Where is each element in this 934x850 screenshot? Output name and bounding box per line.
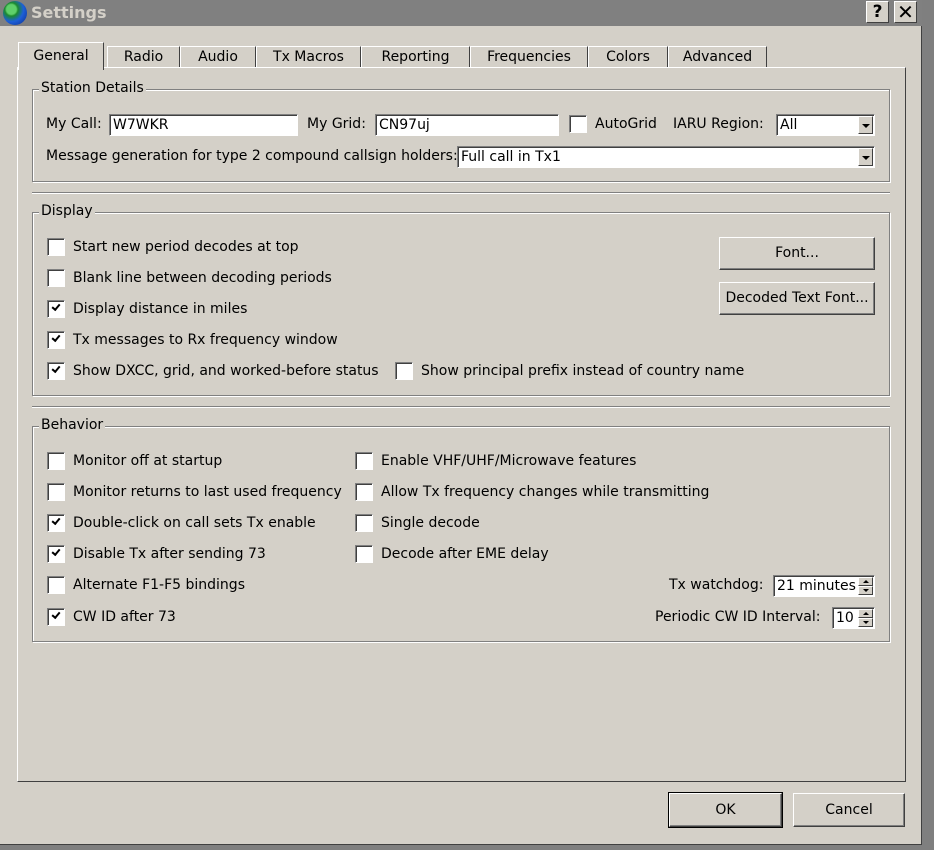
alternate-bindings-label: Alternate F1-F5 bindings xyxy=(73,577,245,593)
start-new-period-checkbox[interactable] xyxy=(47,238,65,256)
principal-prefix-label: Show principal prefix instead of country… xyxy=(421,363,745,379)
double-click-tx-checkbox[interactable] xyxy=(47,514,65,532)
decoded-text-font-button[interactable]: Decoded Text Font... xyxy=(719,282,875,315)
my-grid-input[interactable]: CN97uj xyxy=(375,114,559,136)
spin-up-icon[interactable] xyxy=(858,577,873,586)
eme-delay-label: Decode after EME delay xyxy=(381,546,549,562)
my-call-input[interactable]: W7WKR xyxy=(109,114,298,136)
disable-tx-73-checkbox[interactable] xyxy=(47,545,65,563)
my-grid-label: My Grid: xyxy=(307,116,366,132)
cancel-button[interactable]: Cancel xyxy=(793,793,905,827)
show-dxcc-label: Show DXCC, grid, and worked-before statu… xyxy=(73,363,379,379)
separator xyxy=(32,406,890,408)
principal-prefix-checkbox[interactable] xyxy=(395,362,413,380)
window-title: Settings xyxy=(31,3,107,22)
monitor-off-label: Monitor off at startup xyxy=(73,453,223,469)
disable-tx-73-label: Disable Tx after sending 73 xyxy=(73,546,266,562)
alternate-bindings-checkbox[interactable] xyxy=(47,576,65,594)
tab-audio[interactable]: Audio xyxy=(180,46,256,68)
tab-tx-macros[interactable]: Tx Macros xyxy=(256,46,361,68)
tab-advanced[interactable]: Advanced xyxy=(668,46,767,68)
blank-line-checkbox[interactable] xyxy=(47,269,65,287)
autogrid-checkbox[interactable] xyxy=(569,115,587,133)
iaru-region-label: IARU Region: xyxy=(673,116,764,132)
cw-interval-label: Periodic CW ID Interval: xyxy=(655,609,821,625)
msg-generation-select[interactable]: Full call in Tx1 xyxy=(457,146,875,168)
my-call-label: My Call: xyxy=(46,116,102,132)
tx-watchdog-value: 21 minutes xyxy=(777,578,856,594)
cw-id-label: CW ID after 73 xyxy=(73,609,176,625)
spinner xyxy=(858,577,873,595)
show-dxcc-checkbox[interactable] xyxy=(47,362,65,380)
tab-colors[interactable]: Colors xyxy=(588,46,668,68)
double-click-tx-label: Double-click on call sets Tx enable xyxy=(73,515,316,531)
monitor-off-checkbox[interactable] xyxy=(47,452,65,470)
globe-icon xyxy=(3,1,27,25)
font-button[interactable]: Font... xyxy=(719,237,875,270)
distance-miles-label: Display distance in miles xyxy=(73,301,248,317)
monitor-returns-label: Monitor returns to last used frequency xyxy=(73,484,342,500)
title-bar[interactable]: Settings ? ✕ xyxy=(0,0,922,26)
separator xyxy=(32,192,890,194)
close-button[interactable]: ✕ xyxy=(894,1,917,23)
single-decode-checkbox[interactable] xyxy=(355,514,373,532)
start-new-period-label: Start new period decodes at top xyxy=(73,239,299,255)
tab-reporting[interactable]: Reporting xyxy=(361,46,470,68)
display-title: Display xyxy=(39,203,95,219)
tx-messages-rx-checkbox[interactable] xyxy=(47,331,65,349)
cw-interval-spinbox[interactable]: 10 xyxy=(832,607,875,629)
tab-radio[interactable]: Radio xyxy=(107,46,180,68)
allow-tx-freq-checkbox[interactable] xyxy=(355,483,373,501)
monitor-returns-checkbox[interactable] xyxy=(47,483,65,501)
spin-up-icon[interactable] xyxy=(858,609,873,618)
msg-generation-label: Message generation for type 2 compound c… xyxy=(46,148,458,164)
single-decode-label: Single decode xyxy=(381,515,480,531)
ok-button[interactable]: OK xyxy=(668,792,783,828)
distance-miles-checkbox[interactable] xyxy=(47,300,65,318)
tab-frequencies[interactable]: Frequencies xyxy=(470,46,588,68)
spin-down-icon[interactable] xyxy=(858,618,873,627)
behavior-title: Behavior xyxy=(39,417,106,433)
chevron-down-icon[interactable] xyxy=(858,116,873,134)
station-details-title: Station Details xyxy=(39,80,146,96)
spinner xyxy=(858,609,873,627)
allow-tx-freq-label: Allow Tx frequency changes while transmi… xyxy=(381,484,710,500)
help-button[interactable]: ? xyxy=(866,1,889,23)
tab-general[interactable]: General xyxy=(18,42,104,70)
cw-id-checkbox[interactable] xyxy=(47,608,65,626)
cw-interval-value: 10 xyxy=(836,610,854,626)
iaru-region-value: All xyxy=(780,117,798,133)
tx-messages-rx-label: Tx messages to Rx frequency window xyxy=(73,332,338,348)
autogrid-label: AutoGrid xyxy=(595,116,657,132)
vhf-features-label: Enable VHF/UHF/Microwave features xyxy=(381,453,637,469)
blank-line-label: Blank line between decoding periods xyxy=(73,270,332,286)
vhf-features-checkbox[interactable] xyxy=(355,452,373,470)
settings-dialog: Settings ? ✕ General Radio Audio Tx Macr… xyxy=(0,0,922,845)
background-window xyxy=(923,0,934,850)
tx-watchdog-label: Tx watchdog: xyxy=(669,577,764,593)
spin-down-icon[interactable] xyxy=(858,586,873,595)
msg-generation-value: Full call in Tx1 xyxy=(461,149,561,165)
eme-delay-checkbox[interactable] xyxy=(355,545,373,563)
tx-watchdog-spinbox[interactable]: 21 minutes xyxy=(773,575,875,597)
chevron-down-icon[interactable] xyxy=(858,148,873,166)
iaru-region-select[interactable]: All xyxy=(776,114,875,136)
